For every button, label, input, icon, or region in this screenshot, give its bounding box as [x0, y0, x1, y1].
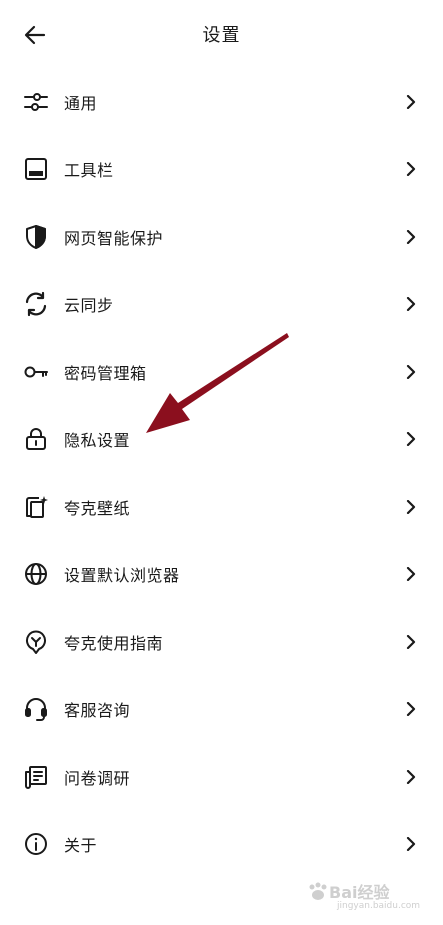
- settings-item-user-guide[interactable]: 夸克使用指南: [0, 608, 443, 676]
- chevron-right-icon: [405, 432, 417, 447]
- settings-item-label: 通用: [64, 93, 98, 113]
- chevron-right-icon: [405, 837, 417, 852]
- lock-icon: [22, 425, 50, 453]
- settings-item-about[interactable]: 关于: [0, 811, 443, 879]
- settings-item-label: 夸克壁纸: [64, 498, 131, 518]
- settings-item-label: 问卷调研: [64, 768, 131, 788]
- chevron-right-icon: [405, 702, 417, 717]
- settings-item-web-protection[interactable]: 网页智能保护: [0, 203, 443, 271]
- key-icon: [22, 358, 50, 386]
- settings-item-privacy[interactable]: 隐私设置: [0, 406, 443, 474]
- watermark-brand: Bai经验: [329, 883, 390, 902]
- headset-icon: [22, 695, 50, 723]
- chevron-right-icon: [405, 567, 417, 582]
- header: 设置: [0, 0, 443, 68]
- wallpaper-icon: [22, 493, 50, 521]
- settings-item-label: 密码管理箱: [64, 363, 147, 383]
- survey-icon: [22, 763, 50, 791]
- chevron-right-icon: [405, 94, 417, 109]
- settings-item-general[interactable]: 通用: [0, 68, 443, 136]
- settings-item-cloud-sync[interactable]: 云同步: [0, 271, 443, 339]
- settings-item-password-manager[interactable]: 密码管理箱: [0, 338, 443, 406]
- settings-item-wallpaper[interactable]: 夸克壁纸: [0, 473, 443, 541]
- shield-icon: [22, 223, 50, 251]
- settings-item-label: 隐私设置: [64, 431, 131, 451]
- globe-icon: [22, 560, 50, 588]
- settings-item-label: 云同步: [64, 296, 114, 316]
- settings-item-label: 客服咨询: [64, 701, 131, 721]
- settings-item-customer-service[interactable]: 客服咨询: [0, 676, 443, 744]
- watermark: Bai经验 jingyan.baidu.com: [307, 877, 423, 917]
- settings-item-survey[interactable]: 问卷调研: [0, 743, 443, 811]
- chevron-right-icon: [405, 499, 417, 514]
- chevron-right-icon: [405, 162, 417, 177]
- chevron-right-icon: [405, 229, 417, 244]
- settings-item-toolbar[interactable]: 工具栏: [0, 136, 443, 204]
- settings-item-default-browser[interactable]: 设置默认浏览器: [0, 541, 443, 609]
- settings-item-label: 工具栏: [64, 161, 114, 181]
- settings-item-label: 网页智能保护: [64, 228, 164, 248]
- chevron-right-icon: [405, 634, 417, 649]
- chevron-right-icon: [405, 297, 417, 312]
- info-icon: [22, 830, 50, 858]
- settings-list: 通用 工具栏 网页智能保护 云同步 密码管理箱 隐私设置 夸克壁纸 设置默认浏览…: [0, 68, 443, 878]
- sync-icon: [22, 290, 50, 318]
- watermark-url: jingyan.baidu.com: [337, 901, 421, 911]
- chevron-right-icon: [405, 769, 417, 784]
- settings-item-label: 设置默认浏览器: [64, 566, 180, 586]
- chevron-right-icon: [405, 364, 417, 379]
- toolbar-icon: [22, 155, 50, 183]
- page-title: 设置: [202, 25, 241, 46]
- sliders-icon: [22, 88, 50, 116]
- settings-item-label: 夸克使用指南: [64, 633, 164, 653]
- paw-logo-icon: [309, 882, 327, 900]
- guide-icon: [22, 628, 50, 656]
- settings-item-label: 关于: [64, 836, 98, 856]
